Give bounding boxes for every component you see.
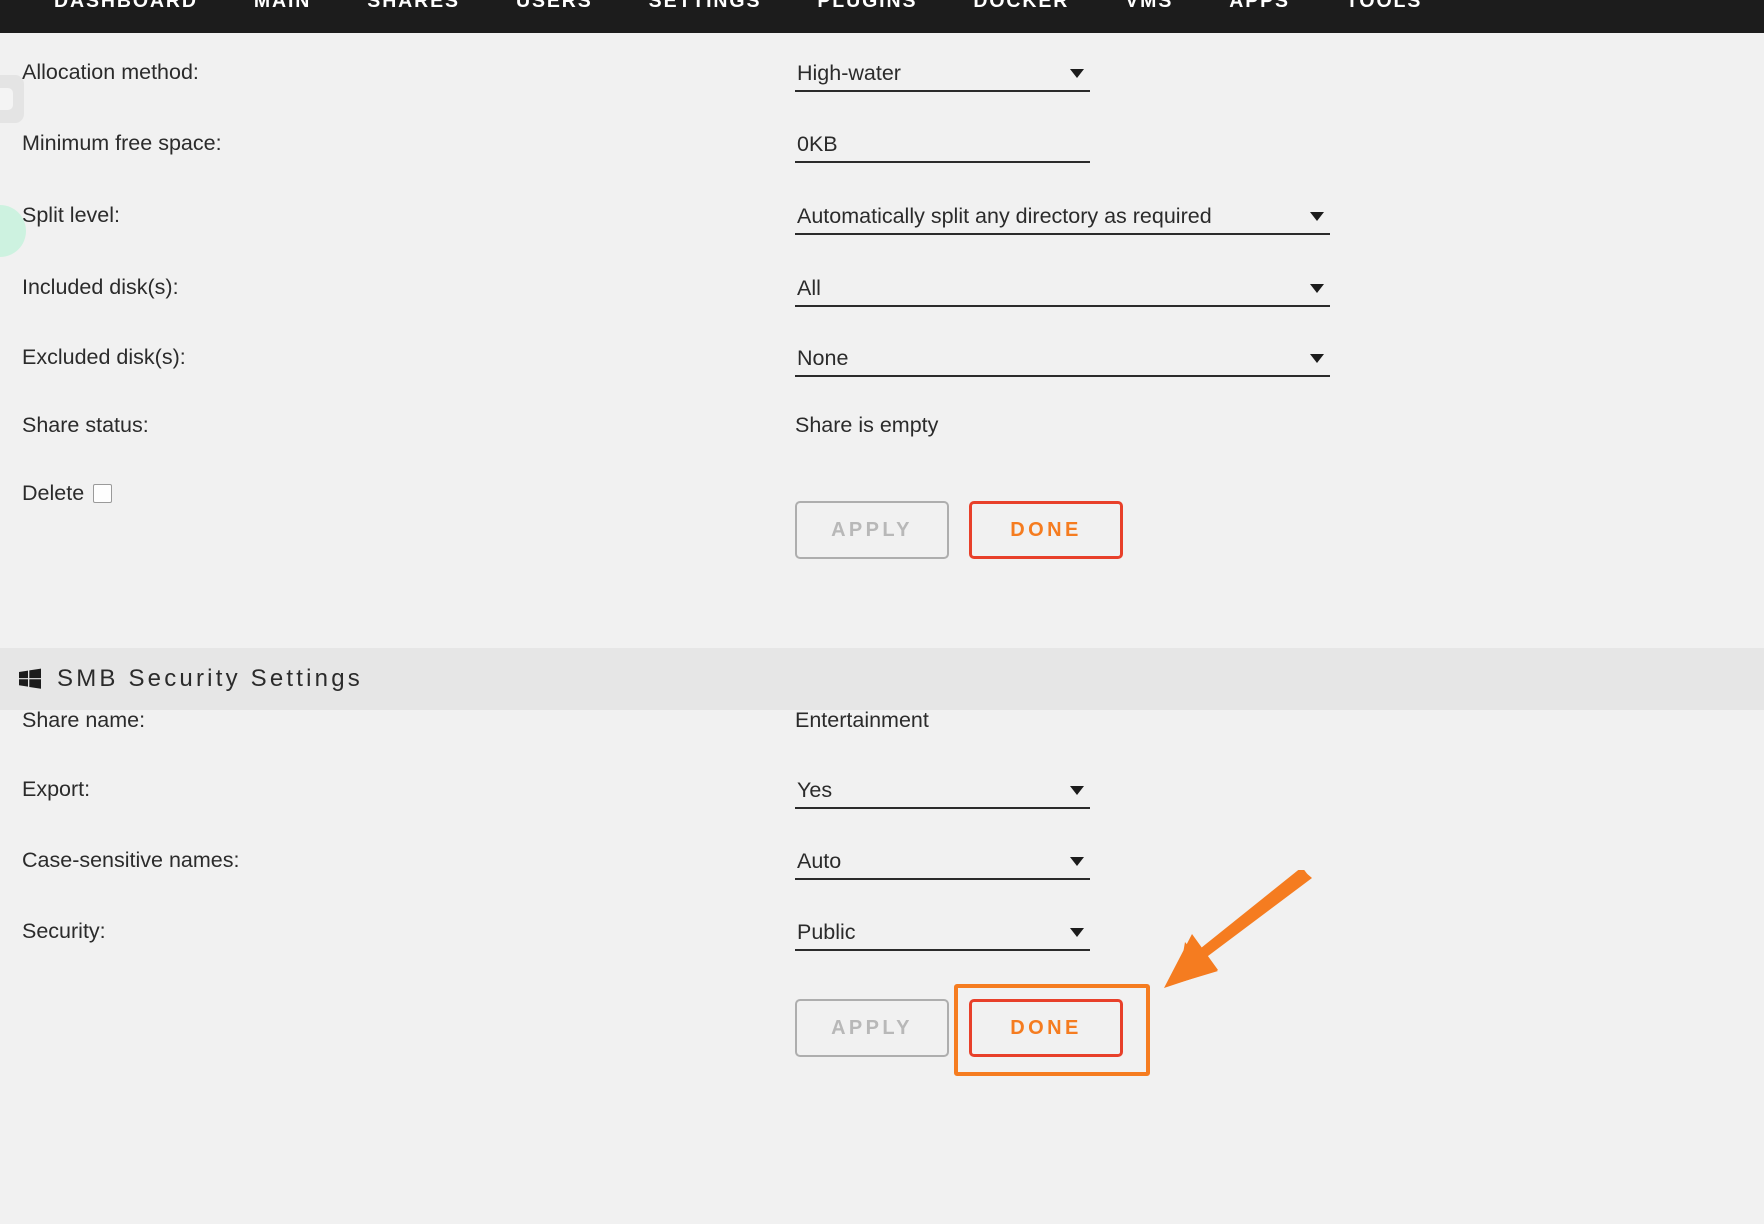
nav-item-plugins[interactable]: PLUGINS bbox=[789, 0, 945, 21]
share-status-value: Share is empty bbox=[795, 413, 939, 437]
excluded-disks-select[interactable]: None bbox=[795, 341, 1330, 377]
allocation-method-label: Allocation method: bbox=[22, 60, 199, 84]
smb-security-apply-button[interactable]: APPLY bbox=[795, 999, 949, 1057]
windows-icon bbox=[19, 668, 41, 689]
nav-item-label: MAIN bbox=[253, 0, 312, 12]
done-button-label: DONE bbox=[1010, 1016, 1082, 1039]
done-button-label: DONE bbox=[1010, 518, 1082, 541]
row-share-status: Share status: Share is empty bbox=[0, 405, 1764, 445]
smb-security-panel: Share name: Entertainment Export: Yes Ca… bbox=[0, 708, 1764, 1224]
nav-item-label: USERS bbox=[515, 0, 593, 12]
split-level-select[interactable]: Automatically split any directory as req… bbox=[795, 199, 1330, 235]
smb-security-level-select[interactable]: Public bbox=[795, 915, 1090, 951]
nav-item-docker[interactable]: DOCKER bbox=[945, 0, 1097, 21]
nav-item-label: TOOLS bbox=[1345, 0, 1423, 12]
share-settings-panel: Allocation method: High-water Minimum fr… bbox=[0, 33, 1764, 648]
apply-button-label: APPLY bbox=[831, 518, 913, 541]
row-included-disks: Included disk(s): All bbox=[0, 267, 1764, 307]
nav-item-label: APPS bbox=[1229, 0, 1290, 12]
nav-item-label: DASHBOARD bbox=[54, 0, 198, 12]
row-smb-export: Export: Yes bbox=[0, 769, 1764, 809]
chevron-down-icon bbox=[1310, 212, 1324, 221]
chevron-down-icon bbox=[1070, 857, 1084, 866]
minimum-free-space-label: Minimum free space: bbox=[22, 131, 222, 155]
row-split-level: Split level: Automatically split any dir… bbox=[0, 195, 1764, 235]
nav-item-label: SHARES bbox=[367, 0, 460, 12]
edge-overlay-square bbox=[0, 75, 24, 123]
edge-overlay-square-inner bbox=[0, 88, 13, 110]
row-excluded-disks: Excluded disk(s): None bbox=[0, 337, 1764, 377]
row-smb-case-sensitive: Case-sensitive names: Auto bbox=[0, 840, 1764, 880]
chevron-down-icon bbox=[1070, 786, 1084, 795]
included-disks-select[interactable]: All bbox=[795, 271, 1330, 307]
smb-export-select[interactable]: Yes bbox=[795, 773, 1090, 809]
delete-label: Delete bbox=[22, 473, 113, 513]
nav-item-label: PLUGINS bbox=[817, 0, 918, 12]
nav-item-label: DOCKER bbox=[973, 0, 1070, 12]
smb-share-name-value: Entertainment bbox=[795, 708, 929, 732]
included-disks-value: All bbox=[797, 276, 821, 300]
smb-share-name-label: Share name: bbox=[22, 708, 146, 732]
chevron-down-icon bbox=[1310, 284, 1324, 293]
nav-item-users[interactable]: USERS bbox=[488, 0, 621, 21]
chevron-down-icon bbox=[1070, 69, 1084, 78]
row-smb-security-level: Security: Public bbox=[0, 911, 1764, 951]
nav-item-list: DASHBOARD MAIN SHARES USERS SETTINGS PLU… bbox=[26, 0, 1450, 21]
nav-item-dashboard[interactable]: DASHBOARD bbox=[26, 0, 226, 21]
smb-case-sensitive-value: Auto bbox=[797, 849, 842, 873]
excluded-disks-label: Excluded disk(s): bbox=[22, 345, 186, 369]
row-delete: Delete APPLY DONE bbox=[0, 473, 1764, 573]
nav-item-label: VMS bbox=[1125, 0, 1174, 12]
nav-item-shares[interactable]: SHARES bbox=[339, 0, 488, 21]
row-smb-actions: APPLY DONE bbox=[0, 970, 1764, 1070]
nav-item-apps[interactable]: APPS bbox=[1201, 0, 1318, 21]
split-level-label: Split level: bbox=[22, 203, 120, 227]
nav-item-vms[interactable]: VMS bbox=[1097, 0, 1201, 21]
delete-checkbox[interactable] bbox=[93, 484, 113, 503]
minimum-free-space-input[interactable] bbox=[795, 127, 1090, 163]
share-settings-done-button[interactable]: DONE bbox=[969, 501, 1123, 559]
nav-item-settings[interactable]: SETTINGS bbox=[621, 0, 790, 21]
nav-item-tools[interactable]: TOOLS bbox=[1318, 0, 1450, 21]
allocation-method-value: High-water bbox=[797, 61, 901, 85]
allocation-method-select[interactable]: High-water bbox=[795, 56, 1090, 92]
smb-security-level-value: Public bbox=[797, 920, 856, 944]
chevron-down-icon bbox=[1070, 928, 1084, 937]
smb-security-level-label: Security: bbox=[22, 919, 106, 943]
smb-case-sensitive-select[interactable]: Auto bbox=[795, 844, 1090, 880]
smb-security-done-button[interactable]: DONE bbox=[969, 999, 1123, 1057]
row-allocation-method: Allocation method: High-water bbox=[0, 52, 1764, 92]
share-settings-apply-button[interactable]: APPLY bbox=[795, 501, 949, 559]
row-smb-share-name: Share name: Entertainment bbox=[0, 700, 1764, 740]
nav-item-label: SETTINGS bbox=[648, 0, 762, 12]
included-disks-label: Included disk(s): bbox=[22, 275, 179, 299]
smb-export-label: Export: bbox=[22, 777, 91, 801]
chevron-down-icon bbox=[1310, 354, 1324, 363]
share-status-label: Share status: bbox=[22, 413, 149, 437]
delete-label-text: Delete bbox=[22, 481, 85, 505]
top-navigation-bar: DASHBOARD MAIN SHARES USERS SETTINGS PLU… bbox=[0, 0, 1764, 33]
apply-button-label: APPLY bbox=[831, 1016, 913, 1039]
smb-export-value: Yes bbox=[797, 778, 833, 802]
row-minimum-free-space: Minimum free space: bbox=[0, 123, 1764, 163]
split-level-value: Automatically split any directory as req… bbox=[797, 204, 1212, 228]
nav-item-main[interactable]: MAIN bbox=[226, 0, 339, 21]
smb-case-sensitive-label: Case-sensitive names: bbox=[22, 848, 240, 872]
excluded-disks-value: None bbox=[797, 346, 849, 370]
